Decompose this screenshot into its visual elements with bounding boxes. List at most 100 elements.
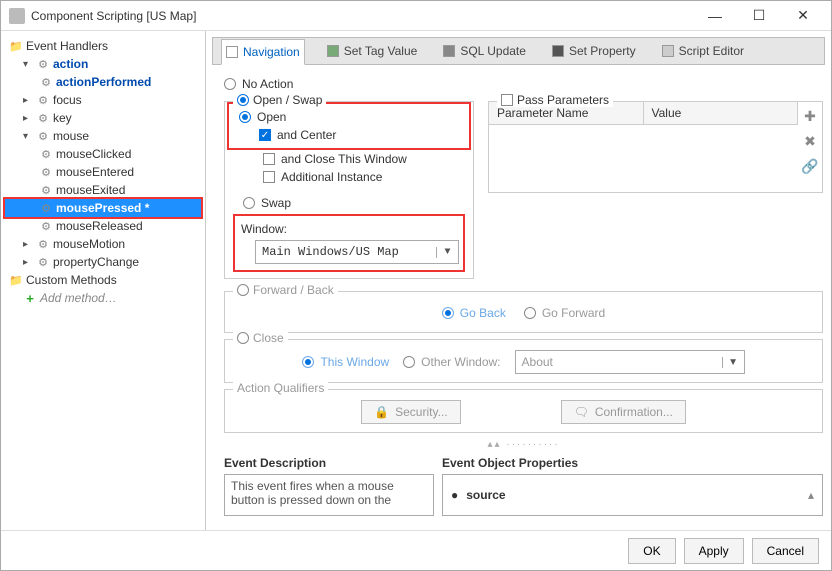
tab-label: Set Tag Value bbox=[344, 44, 418, 58]
dialog-icon: 🗨 bbox=[574, 405, 589, 419]
cancel-button[interactable]: Cancel bbox=[752, 538, 819, 564]
expand-arrow-icon[interactable]: ▸ bbox=[23, 239, 33, 250]
tree-node-mousemotion[interactable]: ▸ mouseMotion bbox=[5, 235, 201, 253]
checkbox-icon bbox=[501, 94, 513, 106]
expand-arrow-icon[interactable]: ▾ bbox=[23, 131, 33, 142]
open-swap-group: Open / Swap Open and Center bbox=[224, 101, 474, 279]
open-swap-legend[interactable]: Open / Swap bbox=[233, 93, 326, 107]
radio-no-action[interactable]: No Action bbox=[224, 77, 823, 91]
radio-icon bbox=[442, 307, 454, 319]
folder-icon: 📁 bbox=[9, 39, 23, 53]
tree-label: mouseClicked bbox=[56, 147, 131, 161]
check-close-this-window[interactable]: and Close This Window bbox=[263, 152, 463, 166]
close-group: Close This Window Other Window: About bbox=[224, 339, 823, 383]
tree-node-propertychange[interactable]: ▸ propertyChange bbox=[5, 253, 201, 271]
script-icon bbox=[662, 45, 674, 57]
chevron-down-icon: ▼ bbox=[722, 357, 744, 368]
radio-this-window[interactable]: This Window bbox=[302, 355, 389, 369]
tab-script-editor[interactable]: Script Editor bbox=[658, 38, 748, 64]
tree-node-mousepressed[interactable]: mousePressed * bbox=[5, 199, 201, 217]
other-window-dropdown[interactable]: About ▼ bbox=[515, 350, 745, 374]
security-button[interactable]: 🔒 Security... bbox=[361, 400, 460, 424]
confirmation-button[interactable]: 🗨 Confirmation... bbox=[561, 400, 686, 424]
params-side-buttons: ✚ ✖ 🔗 bbox=[798, 102, 822, 192]
tree-label: mouseReleased bbox=[56, 219, 143, 233]
dialog-footer: OK Apply Cancel bbox=[1, 530, 831, 570]
radio-label: Open / Swap bbox=[253, 93, 322, 107]
tree-node-mouse[interactable]: ▾ mouse bbox=[5, 127, 201, 145]
minimize-icon[interactable]: — bbox=[703, 4, 727, 28]
radio-go-forward[interactable]: Go Forward bbox=[524, 306, 605, 320]
radio-open[interactable]: Open bbox=[239, 110, 467, 124]
add-param-icon[interactable]: ✚ bbox=[804, 108, 816, 125]
gear-icon bbox=[36, 237, 50, 251]
folder-icon: 📁 bbox=[9, 273, 23, 287]
tree-node-focus[interactable]: ▸ focus bbox=[5, 91, 201, 109]
close-legend[interactable]: Close bbox=[233, 331, 288, 345]
tree-label: focus bbox=[53, 93, 82, 107]
radio-swap[interactable]: Swap bbox=[243, 196, 463, 210]
radio-go-back[interactable]: Go Back bbox=[442, 306, 506, 320]
checkbox-icon bbox=[259, 129, 271, 141]
window-dropdown[interactable]: Main Windows/US Map ▼ bbox=[255, 240, 459, 264]
tree-node-mouseexited[interactable]: mouseExited bbox=[5, 181, 201, 199]
link-param-icon[interactable]: 🔗 bbox=[801, 158, 818, 175]
tab-navigation[interactable]: Navigation bbox=[221, 39, 305, 65]
tree-node-actionperformed[interactable]: actionPerformed bbox=[5, 73, 201, 91]
event-description-text: This event fires when a mouse button is … bbox=[224, 474, 434, 516]
expand-arrow-icon[interactable]: ▸ bbox=[23, 113, 33, 124]
tree-root-custom-methods[interactable]: 📁 Custom Methods bbox=[5, 271, 201, 289]
radio-label: Close bbox=[253, 331, 284, 345]
checkbox-label: Pass Parameters bbox=[517, 93, 609, 107]
gear-icon bbox=[36, 93, 50, 107]
radio-icon bbox=[237, 94, 249, 106]
expand-arrow-icon[interactable]: ▾ bbox=[23, 59, 33, 70]
apply-button[interactable]: Apply bbox=[684, 538, 744, 564]
event-description-panel: Event Description This event fires when … bbox=[224, 456, 434, 516]
close-icon[interactable]: ✕ bbox=[791, 4, 815, 28]
button-label: Security... bbox=[395, 405, 447, 419]
expand-arrow-icon[interactable]: ▸ bbox=[23, 257, 33, 268]
delete-param-icon[interactable]: ✖ bbox=[804, 133, 816, 150]
tree-label: mouseMotion bbox=[53, 237, 125, 251]
tab-bar: Navigation Set Tag Value SQL Update Set … bbox=[212, 37, 825, 65]
tab-label: Navigation bbox=[243, 45, 300, 59]
forward-back-legend[interactable]: Forward / Back bbox=[233, 283, 338, 297]
tree-root-event-handlers[interactable]: 📁 Event Handlers bbox=[5, 37, 201, 55]
radio-icon bbox=[237, 284, 249, 296]
window-controls: — ☐ ✕ bbox=[703, 4, 815, 28]
radio-label: Other Window: bbox=[421, 355, 500, 369]
tree-node-mousereleased[interactable]: mouseReleased bbox=[5, 217, 201, 235]
expand-arrow-icon[interactable]: ▸ bbox=[23, 95, 33, 106]
splitter-grip[interactable]: ▴▴ ·········· bbox=[224, 439, 823, 450]
tab-set-property[interactable]: Set Property bbox=[548, 38, 640, 64]
tree-label: action bbox=[53, 57, 88, 71]
gear-icon bbox=[39, 201, 53, 215]
ok-button[interactable]: OK bbox=[628, 538, 675, 564]
event-properties-box[interactable]: ● source ▴ bbox=[442, 474, 823, 516]
tree-node-action[interactable]: ▾ action bbox=[5, 55, 201, 73]
check-additional-instance[interactable]: Additional Instance bbox=[263, 170, 463, 184]
check-and-center[interactable]: and Center bbox=[259, 128, 467, 142]
tree-label: Custom Methods bbox=[26, 273, 117, 287]
radio-icon bbox=[237, 332, 249, 344]
tab-set-tag-value[interactable]: Set Tag Value bbox=[323, 38, 422, 64]
tree-add-method[interactable]: Add method… bbox=[5, 289, 201, 307]
gear-icon bbox=[36, 255, 50, 269]
pass-parameters-legend[interactable]: Pass Parameters bbox=[497, 93, 613, 107]
tab-sql-update[interactable]: SQL Update bbox=[439, 38, 530, 64]
tree-node-key[interactable]: ▸ key bbox=[5, 109, 201, 127]
tree-node-mouseclicked[interactable]: mouseClicked bbox=[5, 145, 201, 163]
maximize-icon[interactable]: ☐ bbox=[747, 4, 771, 28]
scroll-up-icon[interactable]: ▴ bbox=[808, 488, 814, 502]
tree-node-mouseentered[interactable]: mouseEntered bbox=[5, 163, 201, 181]
checkbox-label: Additional Instance bbox=[281, 170, 382, 184]
navigation-icon bbox=[226, 46, 238, 58]
app-icon bbox=[9, 8, 25, 24]
radio-other-window[interactable]: Other Window: bbox=[403, 355, 500, 369]
pass-parameters-group: Pass Parameters Parameter Name Value ✚ bbox=[488, 101, 823, 193]
panel-title: Event Description bbox=[224, 456, 434, 470]
panel-title: Event Object Properties bbox=[442, 456, 823, 470]
col-header-value: Value bbox=[644, 102, 799, 124]
radio-label: Swap bbox=[261, 196, 291, 210]
